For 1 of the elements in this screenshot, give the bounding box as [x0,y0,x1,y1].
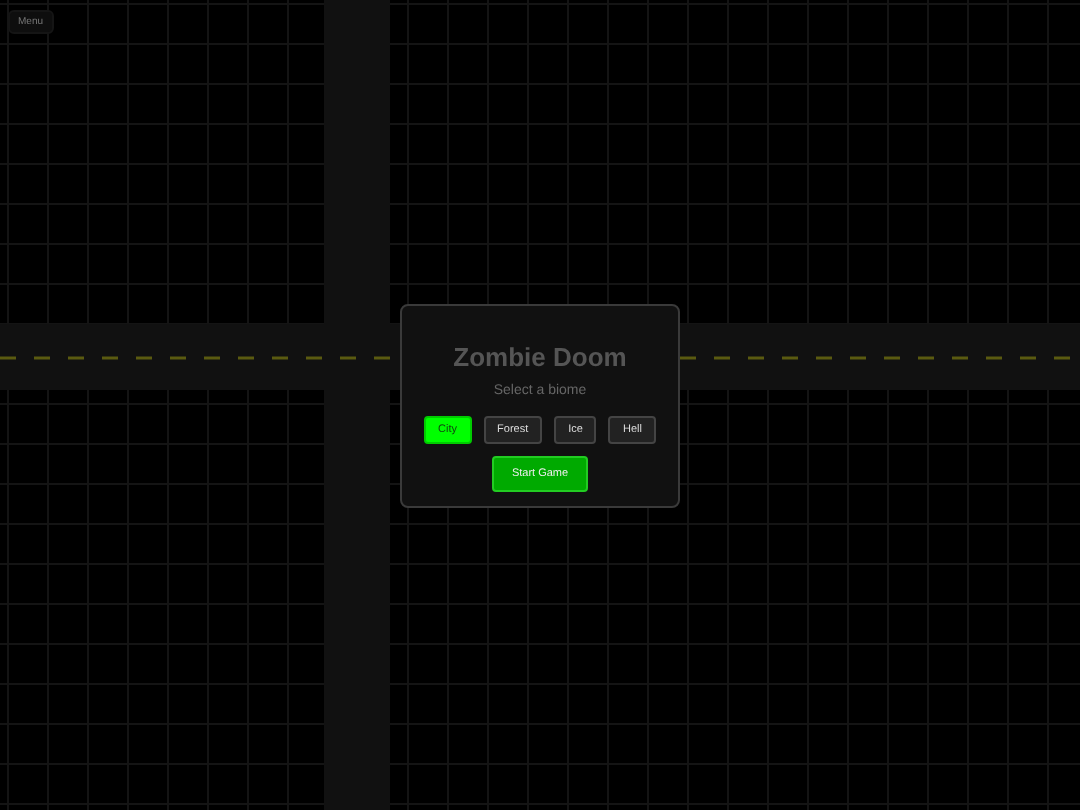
game-title: Zombie Doom [453,341,627,371]
